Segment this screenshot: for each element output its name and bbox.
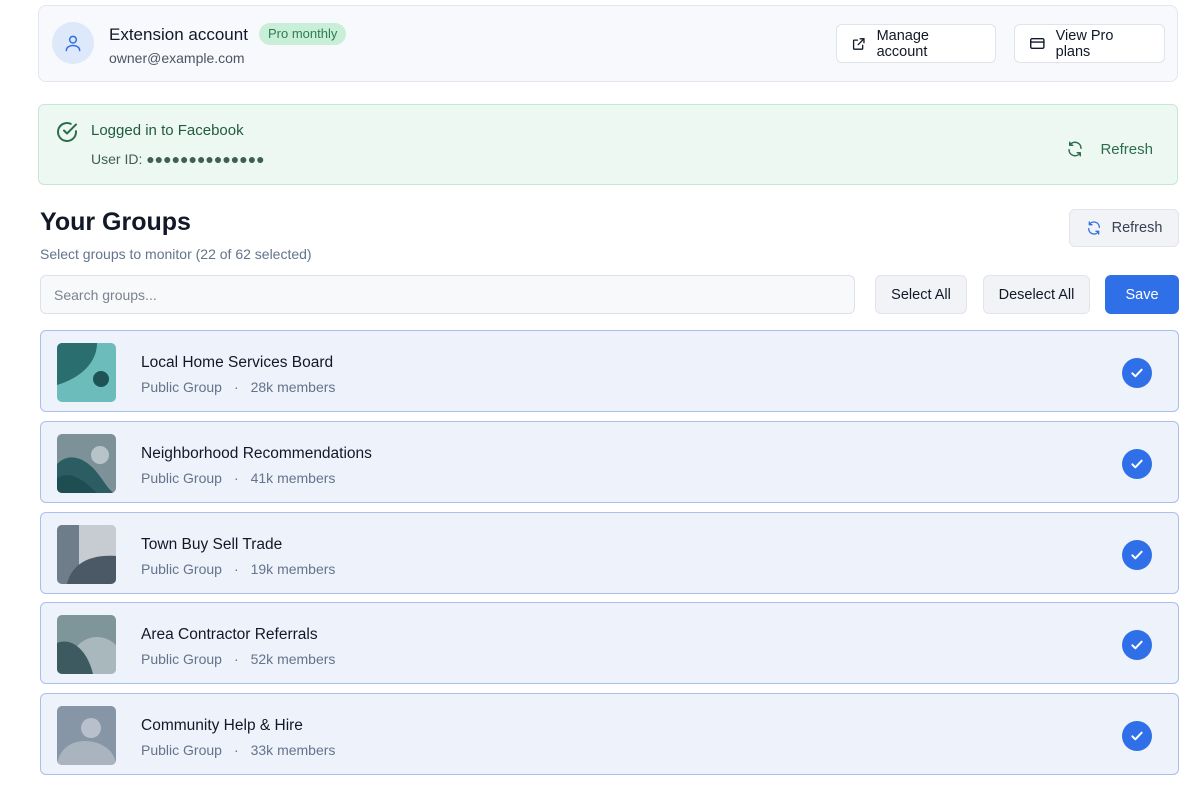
account-title: Extension account [109,25,248,44]
group-type: Public Group [141,470,222,486]
checkmark-icon [1131,459,1143,469]
group-thumbnail [57,706,116,765]
group-meta: Public Group · 19k members [141,561,335,577]
search-input[interactable] [40,275,855,314]
group-members: 33k members [250,742,336,758]
avatar [52,22,94,64]
group-type: Public Group [141,561,222,577]
plan-badge: Pro monthly [259,23,347,45]
login-status-title: Logged in to Facebook [91,122,244,139]
account-card: Extension account Pro monthly owner@exam… [38,5,1178,82]
selected-checkbox[interactable] [1122,630,1152,660]
group-name: Local Home Services Board [141,354,334,371]
groups-refresh-button[interactable]: Refresh [1069,209,1179,247]
checkmark-icon [1131,731,1143,741]
group-type: Public Group [141,651,222,667]
group-meta: Public Group · 33k members [141,742,335,758]
group-name: Area Contractor Referrals [141,626,318,643]
group-type: Public Group [141,379,222,395]
group-members: 19k members [250,561,336,577]
groups-selection-count: Select groups to monitor (22 of 62 selec… [40,246,312,262]
credit-card-icon [1030,37,1045,50]
user-id: User ID: ●●●●●●●●●●●●●● [91,151,265,167]
selected-checkbox[interactable] [1122,358,1152,388]
group-name: Community Help & Hire [141,717,303,734]
login-status-card: Logged in to Facebook User ID: ●●●●●●●●●… [38,104,1178,185]
check-circle-icon [57,122,77,142]
separator-dot: · [233,561,239,577]
group-members: 41k members [250,470,336,486]
select-all-button[interactable]: Select All [875,275,967,314]
group-members: 28k members [250,379,336,395]
group-meta: Public Group · 41k members [141,470,335,486]
login-refresh-button[interactable]: Refresh [1066,140,1153,158]
login-refresh-label: Refresh [1100,140,1153,158]
deselect-all-button[interactable]: Deselect All [983,275,1090,314]
group-meta: Public Group · 28k members [141,379,335,395]
group-thumbnail [57,615,116,674]
group-name: Neighborhood Recommendations [141,445,372,462]
selected-checkbox[interactable] [1122,449,1152,479]
refresh-icon [1087,221,1100,235]
group-row[interactable]: Community Help & Hire Public Group · 33k… [40,693,1179,775]
view-pro-plans-label: View Pro plans [1055,27,1114,60]
selected-checkbox[interactable] [1122,540,1152,570]
group-row[interactable]: Town Buy Sell Trade Public Group · 19k m… [40,512,1179,594]
group-thumbnail [57,343,116,402]
group-row[interactable]: Neighborhood Recommendations Public Grou… [40,421,1179,503]
save-button[interactable]: Save [1105,275,1179,314]
separator-dot: · [233,379,239,395]
separator-dot: · [233,651,239,667]
group-type: Public Group [141,742,222,758]
groups-refresh-label: Refresh [1111,220,1163,236]
group-thumbnail [57,525,116,584]
separator-dot: · [233,470,239,486]
group-row[interactable]: Area Contractor Referrals Public Group ·… [40,602,1179,684]
group-thumbnail [57,434,116,493]
group-members: 52k members [250,651,336,667]
group-meta: Public Group · 52k members [141,651,335,667]
group-name: Town Buy Sell Trade [141,536,283,553]
external-link-icon [852,37,865,50]
selected-checkbox[interactable] [1122,721,1152,751]
account-email: owner@example.com [109,50,245,66]
checkmark-icon [1131,368,1143,378]
checkmark-icon [1131,550,1143,560]
group-row[interactable]: Local Home Services Board Public Group ·… [40,330,1179,412]
user-icon [65,35,81,52]
view-pro-plans-button[interactable]: View Pro plans [1014,24,1165,63]
separator-dot: · [233,742,239,758]
checkmark-icon [1131,640,1143,650]
refresh-icon [1068,141,1083,157]
page-title: Your Groups [40,208,191,236]
manage-account-button[interactable]: Manage account [836,24,996,63]
manage-account-label: Manage account [876,27,929,60]
